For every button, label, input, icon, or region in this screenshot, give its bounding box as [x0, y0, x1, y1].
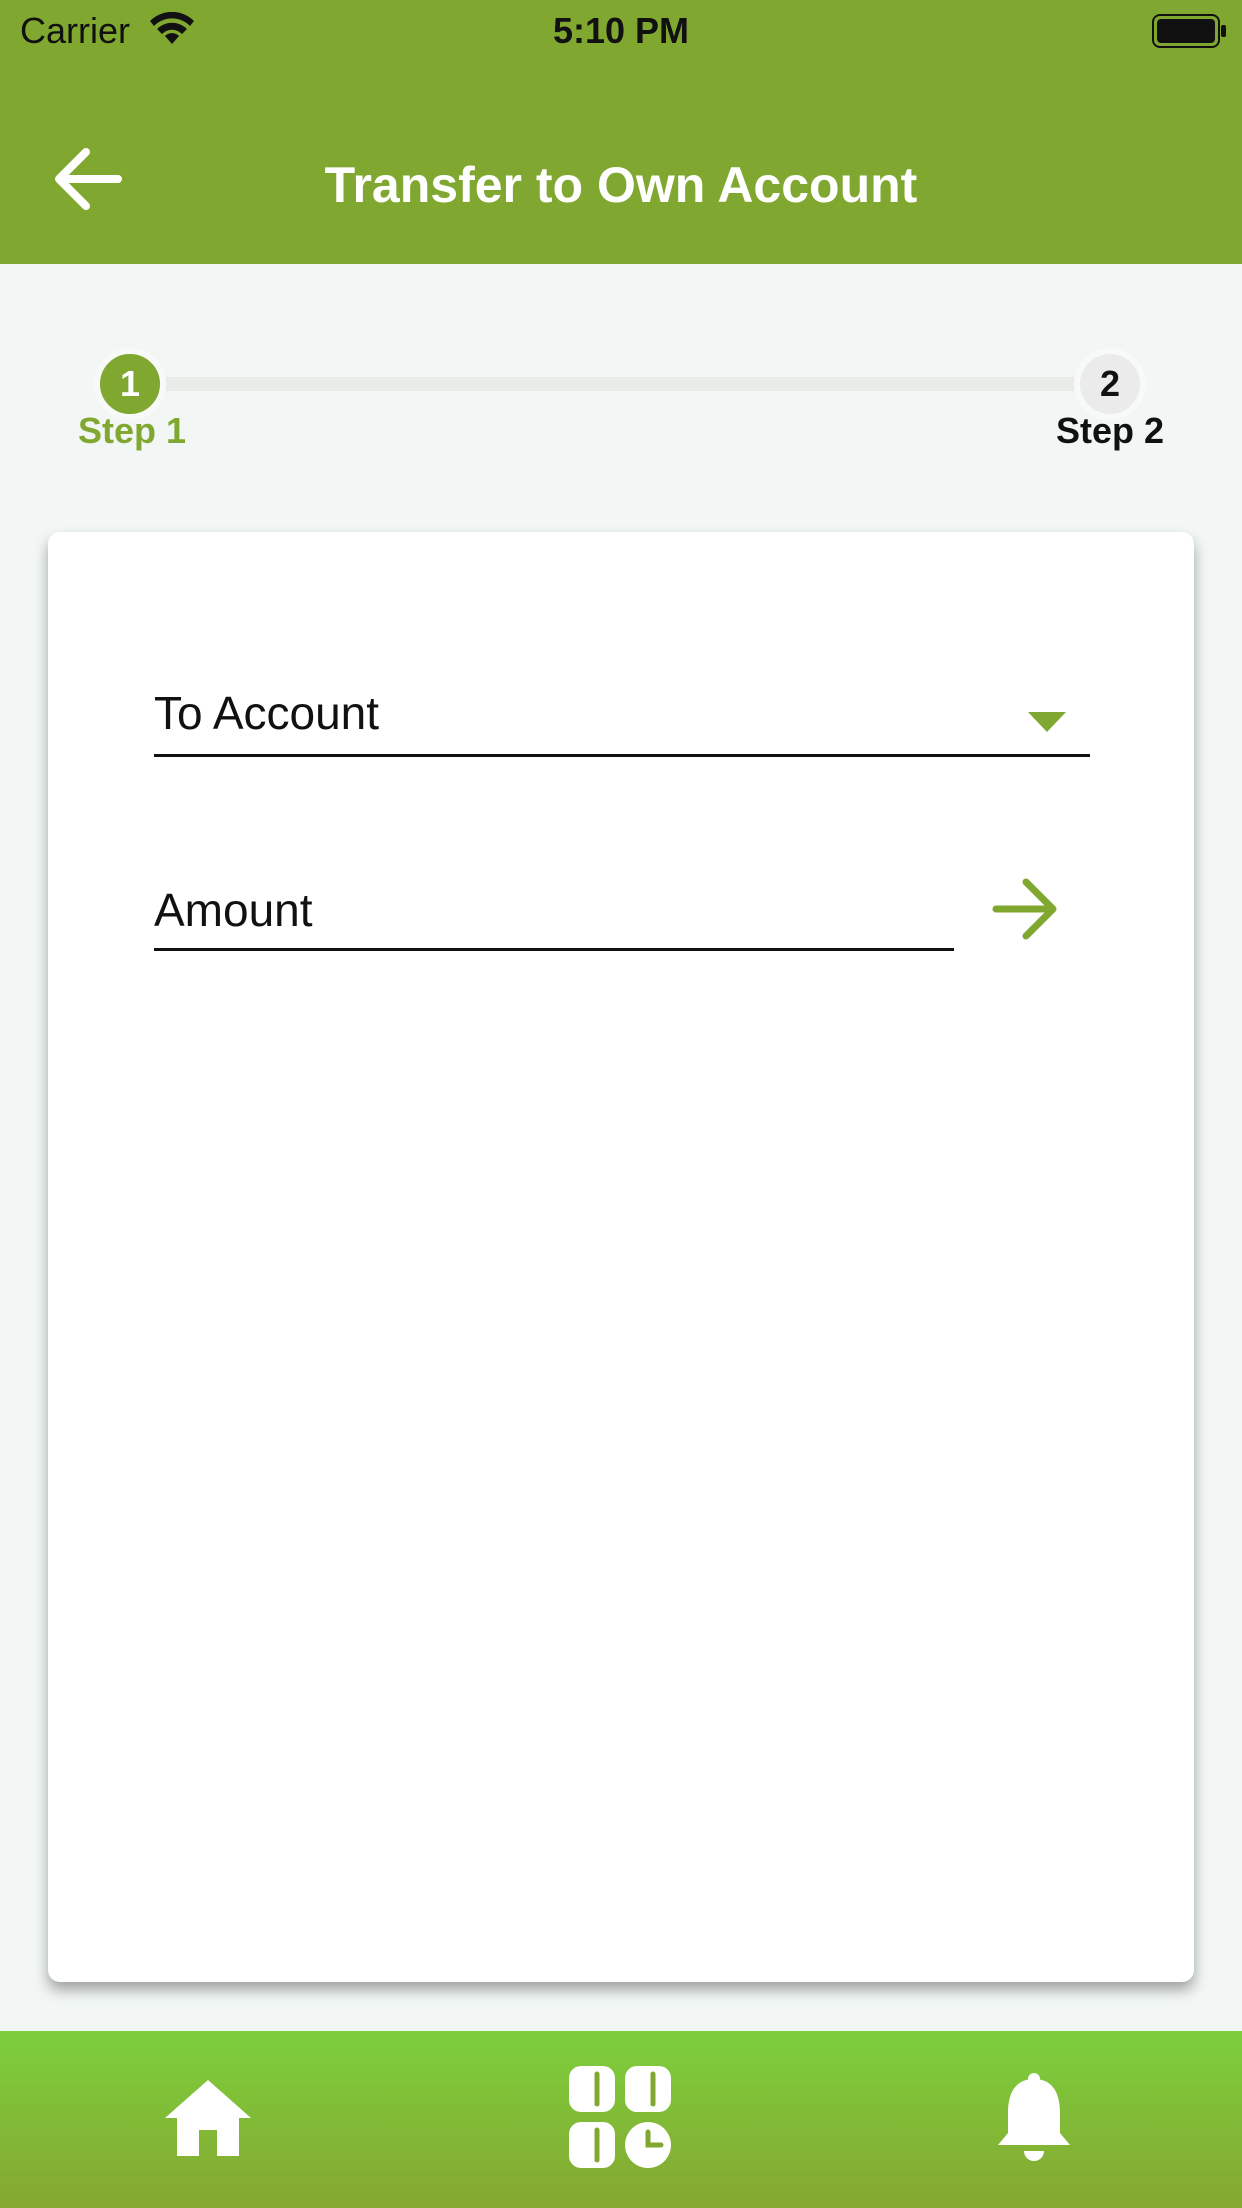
- next-button[interactable]: [992, 876, 1072, 956]
- battery-icon: [1152, 14, 1228, 53]
- grid-icon: [569, 2066, 671, 2168]
- bottom-tab-bar: [0, 2031, 1242, 2208]
- step-2-label: Step 2: [1056, 410, 1165, 451]
- status-time: 5:10 PM: [552, 10, 690, 51]
- step-1-label: Step 1: [78, 410, 187, 451]
- amount-input[interactable]: [154, 878, 954, 942]
- status-bar: Carrier 5:10 PM: [0, 0, 1242, 62]
- to-account-dropdown[interactable]: To Account: [154, 682, 1090, 757]
- tab-home[interactable]: [148, 2063, 268, 2173]
- caret-down-icon: [1028, 712, 1066, 739]
- arrow-right-icon: [992, 878, 1057, 940]
- amount-field: [154, 872, 954, 951]
- home-icon: [165, 2080, 251, 2156]
- to-account-label: To Account: [154, 687, 380, 739]
- tab-apps[interactable]: [561, 2063, 681, 2173]
- progress-stepper: 1 2 Step 1 Step 2: [0, 330, 1242, 480]
- step-track: [130, 377, 1110, 391]
- page-title: Transfer to Own Account: [324, 157, 918, 213]
- transfer-form-card: To Account: [48, 532, 1194, 1982]
- tab-notifications[interactable]: [974, 2063, 1094, 2173]
- bell-icon: [998, 2073, 1070, 2161]
